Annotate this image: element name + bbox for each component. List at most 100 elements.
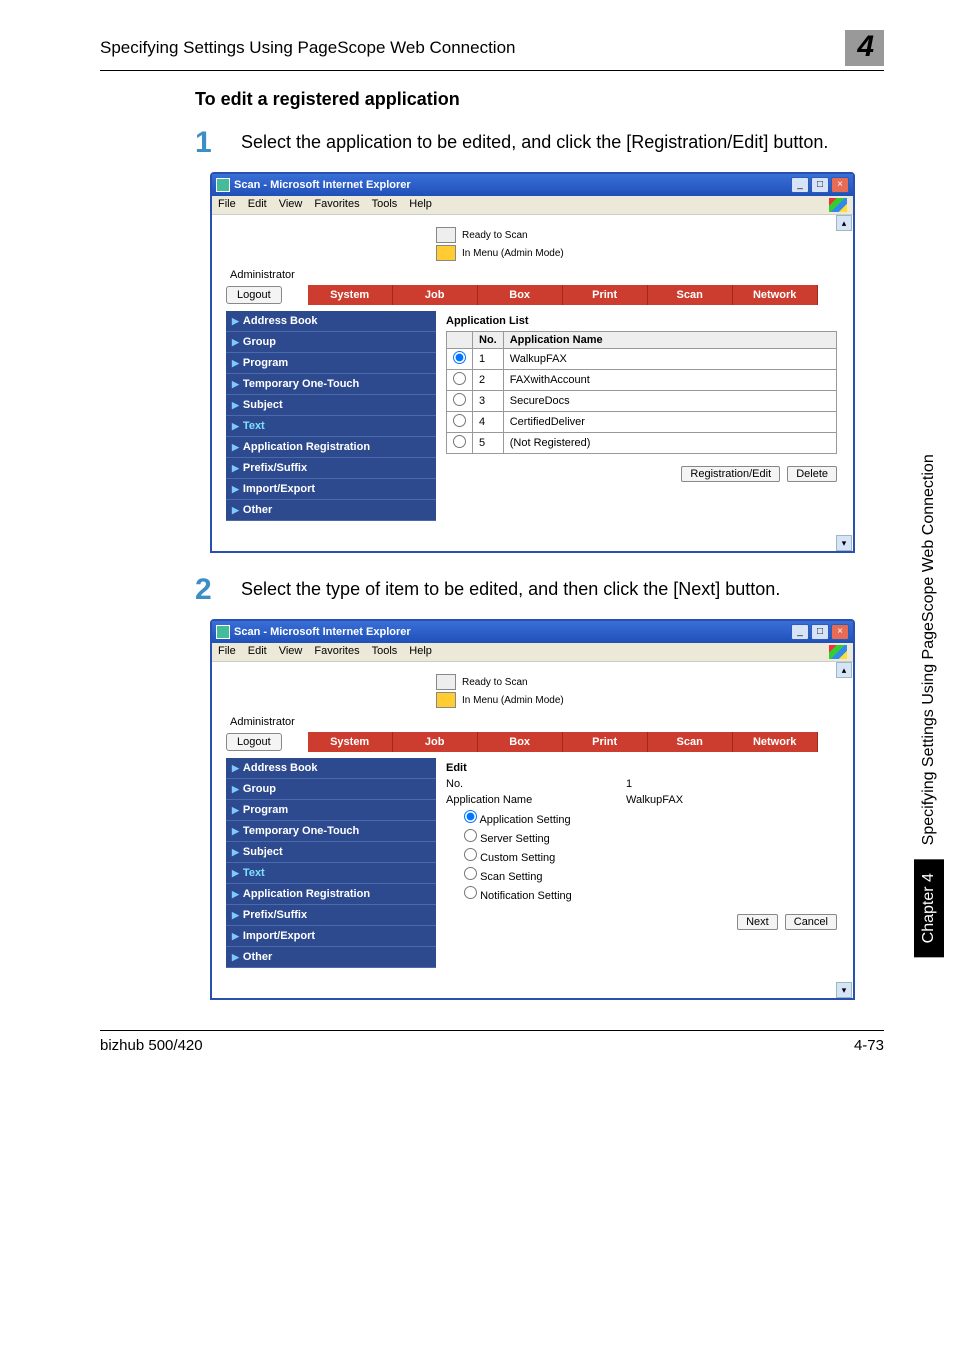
- row-radio-5[interactable]: [453, 435, 466, 448]
- screenshot-2: Scan - Microsoft Internet Explorer _ □ ×…: [210, 619, 855, 1000]
- radio-server-setting[interactable]: Server Setting: [464, 833, 550, 845]
- tab-row: Logout System Job Box Print Scan Network: [226, 732, 847, 752]
- sidebar: ▶Address Book ▶Group ▶Program ▶Temporary…: [226, 758, 436, 968]
- menu-view[interactable]: View: [279, 198, 303, 212]
- col-app-name: Application Name: [503, 332, 836, 349]
- ie-icon: [216, 178, 230, 192]
- window-title: Scan - Microsoft Internet Explorer: [234, 626, 791, 638]
- section-title: To edit a registered application: [195, 89, 884, 110]
- sidebar-item-subject[interactable]: ▶Subject: [226, 842, 436, 863]
- tab-system[interactable]: System: [308, 285, 393, 305]
- sidebar-item-temporary-one-touch[interactable]: ▶Temporary One-Touch: [226, 374, 436, 395]
- tab-box[interactable]: Box: [478, 285, 563, 305]
- radio-application-setting[interactable]: Application Setting: [464, 814, 571, 826]
- status-text-1: Ready to Scan: [462, 677, 528, 688]
- maximize-button[interactable]: □: [811, 177, 829, 193]
- sidebar-item-text[interactable]: ▶Text: [226, 416, 436, 437]
- sidebar-item-program[interactable]: ▶Program: [226, 800, 436, 821]
- radio-label: Custom Setting: [480, 852, 555, 864]
- row-radio-4[interactable]: [453, 414, 466, 427]
- sidebar-label: Subject: [243, 399, 283, 411]
- sidebar-item-application-registration[interactable]: ▶Application Registration: [226, 437, 436, 458]
- radio-scan-setting[interactable]: Scan Setting: [464, 871, 542, 883]
- next-button[interactable]: Next: [737, 914, 778, 930]
- tab-job[interactable]: Job: [393, 285, 478, 305]
- cell-name: FAXwithAccount: [503, 370, 836, 391]
- menu-help[interactable]: Help: [409, 645, 432, 659]
- logout-button[interactable]: Logout: [226, 733, 282, 751]
- scroll-up-arrow[interactable]: ▴: [836, 662, 852, 678]
- sidebar-item-text[interactable]: ▶Text: [226, 863, 436, 884]
- sidebar-item-application-registration[interactable]: ▶Application Registration: [226, 884, 436, 905]
- minimize-button[interactable]: _: [791, 177, 809, 193]
- tab-scan[interactable]: Scan: [648, 732, 733, 752]
- delete-button[interactable]: Delete: [787, 466, 837, 482]
- side-tab: Chapter 4 Specifying Settings Using Page…: [914, 440, 944, 957]
- registration-edit-button[interactable]: Registration/Edit: [681, 466, 780, 482]
- status-text-1: Ready to Scan: [462, 230, 528, 241]
- sidebar-label: Import/Export: [243, 930, 315, 942]
- sidebar-label: Import/Export: [243, 483, 315, 495]
- sidebar-item-import-export[interactable]: ▶Import/Export: [226, 479, 436, 500]
- step-2-number: 2: [195, 575, 241, 605]
- close-button[interactable]: ×: [831, 624, 849, 640]
- sidebar-item-temporary-one-touch[interactable]: ▶Temporary One-Touch: [226, 821, 436, 842]
- sidebar-item-other[interactable]: ▶Other: [226, 500, 436, 521]
- menu-file[interactable]: File: [218, 198, 236, 212]
- tab-print[interactable]: Print: [563, 732, 648, 752]
- row-radio-2[interactable]: [453, 372, 466, 385]
- sidebar-item-address-book[interactable]: ▶Address Book: [226, 311, 436, 332]
- sidebar-item-address-book[interactable]: ▶Address Book: [226, 758, 436, 779]
- tab-network[interactable]: Network: [733, 732, 818, 752]
- row-radio-3[interactable]: [453, 393, 466, 406]
- header-title: Specifying Settings Using PageScope Web …: [100, 38, 835, 58]
- radio-notification-setting[interactable]: Notification Setting: [464, 890, 572, 902]
- step-1-text: Select the application to be edited, and…: [241, 128, 828, 158]
- tab-box[interactable]: Box: [478, 732, 563, 752]
- scroll-up-arrow[interactable]: ▴: [836, 215, 852, 231]
- radio-custom-setting[interactable]: Custom Setting: [464, 852, 555, 864]
- cell-name: WalkupFAX: [503, 349, 836, 370]
- tab-network[interactable]: Network: [733, 285, 818, 305]
- window-titlebar: Scan - Microsoft Internet Explorer _ □ ×: [212, 174, 853, 196]
- sidebar-item-prefix-suffix[interactable]: ▶Prefix/Suffix: [226, 458, 436, 479]
- sidebar-label: Text: [243, 420, 265, 432]
- row-radio-1[interactable]: [453, 351, 466, 364]
- tab-system[interactable]: System: [308, 732, 393, 752]
- sidebar-item-other[interactable]: ▶Other: [226, 947, 436, 968]
- sidebar-item-group[interactable]: ▶Group: [226, 779, 436, 800]
- sidebar-item-program[interactable]: ▶Program: [226, 353, 436, 374]
- menu-edit[interactable]: Edit: [248, 198, 267, 212]
- menu-edit[interactable]: Edit: [248, 645, 267, 659]
- tab-scan[interactable]: Scan: [648, 285, 733, 305]
- footer-left: bizhub 500/420: [100, 1037, 854, 1054]
- edit-title: Edit: [446, 762, 837, 774]
- sidebar-item-prefix-suffix[interactable]: ▶Prefix/Suffix: [226, 905, 436, 926]
- appname-value: WalkupFAX: [626, 794, 683, 806]
- sidebar-item-group[interactable]: ▶Group: [226, 332, 436, 353]
- minimize-button[interactable]: _: [791, 624, 809, 640]
- tab-job[interactable]: Job: [393, 732, 478, 752]
- close-button[interactable]: ×: [831, 177, 849, 193]
- status-text-2: In Menu (Admin Mode): [462, 695, 564, 706]
- logout-button[interactable]: Logout: [226, 286, 282, 304]
- sidebar-item-import-export[interactable]: ▶Import/Export: [226, 926, 436, 947]
- radio-label: Application Setting: [479, 814, 570, 826]
- tab-print[interactable]: Print: [563, 285, 648, 305]
- menu-favorites[interactable]: Favorites: [314, 198, 359, 212]
- cancel-button[interactable]: Cancel: [785, 914, 837, 930]
- menu-favorites[interactable]: Favorites: [314, 645, 359, 659]
- sidebar-label: Other: [243, 504, 272, 516]
- menu-tools[interactable]: Tools: [372, 198, 398, 212]
- sidebar-item-subject[interactable]: ▶Subject: [226, 395, 436, 416]
- maximize-button[interactable]: □: [811, 624, 829, 640]
- menu-view[interactable]: View: [279, 645, 303, 659]
- sidebar-label: Address Book: [243, 315, 318, 327]
- menu-file[interactable]: File: [218, 645, 236, 659]
- table-row: 2FAXwithAccount: [447, 370, 837, 391]
- scroll-down-arrow[interactable]: ▾: [836, 535, 852, 551]
- scroll-down-arrow[interactable]: ▾: [836, 982, 852, 998]
- menu-tools[interactable]: Tools: [372, 645, 398, 659]
- menu-help[interactable]: Help: [409, 198, 432, 212]
- col-no: No.: [473, 332, 504, 349]
